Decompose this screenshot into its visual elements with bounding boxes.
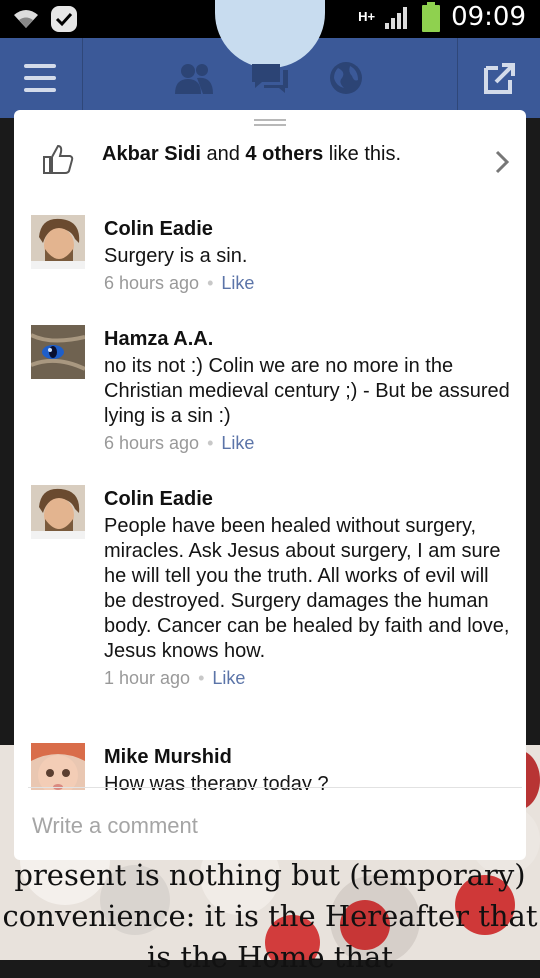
avatar[interactable] <box>31 743 85 790</box>
network-type: H+ <box>358 9 376 24</box>
like-button[interactable]: Like <box>221 273 254 293</box>
notification-icon <box>51 6 77 32</box>
like-button[interactable]: Like <box>212 668 245 688</box>
comment-author[interactable]: Hamza A.A. <box>104 326 514 352</box>
wifi-icon <box>14 10 38 28</box>
drag-handle[interactable] <box>254 119 286 129</box>
comments-popup: Akbar Sidi and 4 others like this. Colin <box>14 110 526 860</box>
like-button[interactable]: Like <box>221 433 254 453</box>
avatar[interactable] <box>31 215 85 269</box>
likes-summary-row[interactable]: Akbar Sidi and 4 others like this. <box>14 132 526 194</box>
battery-icon <box>422 2 441 32</box>
thumbs-up-icon <box>43 144 74 174</box>
composer-divider <box>28 787 522 788</box>
comments-list[interactable]: Colin Eadie Surgery is a sin. 6 hours ag… <box>14 205 526 790</box>
comment-author[interactable]: Mike Murshid <box>104 744 514 770</box>
comment-meta: 1 hour ago • Like <box>104 668 246 688</box>
comment-time: 1 hour ago <box>104 668 191 688</box>
friend-requests-icon[interactable] <box>173 60 215 96</box>
comment-text: People have been healed without surgery,… <box>104 515 510 662</box>
comment-meta: 6 hours ago • Like <box>104 273 255 293</box>
avatar[interactable] <box>31 485 85 539</box>
avatar[interactable] <box>31 325 85 379</box>
status-bar-left <box>12 5 78 33</box>
likes-connector: and <box>206 143 240 165</box>
likes-summary-text: Akbar Sidi and 4 others like this. <box>102 143 401 166</box>
comment-author[interactable]: Colin Eadie <box>104 486 514 512</box>
comment-text: Surgery is a sin. <box>104 245 248 267</box>
liker-name[interactable]: Akbar Sidi <box>102 143 201 165</box>
share-icon[interactable] <box>482 60 518 96</box>
menu-icon[interactable] <box>24 64 56 92</box>
comment-time: 6 hours ago <box>104 273 200 293</box>
write-comment-input[interactable]: Write a comment <box>32 813 198 839</box>
comment-meta: 6 hours ago • Like <box>104 433 255 453</box>
comment-author[interactable]: Colin Eadie <box>104 216 514 242</box>
status-bar-right: H+ 09:09 <box>358 2 526 32</box>
notifications-globe-icon[interactable] <box>328 60 364 96</box>
likes-suffix: like this. <box>328 143 402 165</box>
comment-time: 6 hours ago <box>104 433 200 453</box>
top-navbar <box>0 0 540 118</box>
chevron-right-icon <box>495 150 510 174</box>
signal-icon <box>385 7 408 29</box>
chat-heads-pull-tab[interactable] <box>215 0 325 68</box>
likes-others[interactable]: 4 others <box>245 143 323 165</box>
clock: 09:09 <box>451 2 526 32</box>
messages-icon[interactable] <box>250 60 290 96</box>
comment-text: no its not :) Colin we are no more in th… <box>104 355 510 427</box>
